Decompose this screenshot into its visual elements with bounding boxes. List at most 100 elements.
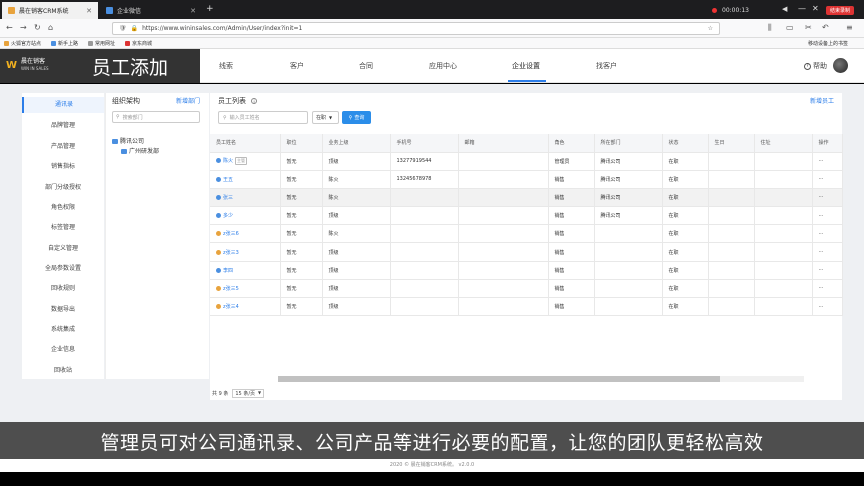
help-button[interactable]: ? 帮助 xyxy=(804,61,827,71)
table-row[interactable]: 陈火 主管 暂无 顶级 13277919544 管理员 腾讯公司 在职 ··· xyxy=(210,152,843,171)
menu-item-brand[interactable]: 品牌管理 xyxy=(22,120,104,129)
table-row[interactable]: z张三3 暂无 顶级 销售 在职 ··· xyxy=(210,242,843,262)
menu-item-recycle-bin[interactable]: 回收站 xyxy=(22,365,104,374)
cell-op[interactable]: ··· xyxy=(812,206,843,226)
employee-name-cell[interactable]: 张三 xyxy=(210,188,281,208)
mobile-bookmarks[interactable]: 移动设备上的书签 xyxy=(808,40,848,47)
wework-favicon-icon xyxy=(106,7,113,14)
help-icon: ? xyxy=(804,62,811,70)
bookmark-item[interactable]: 京东商城 xyxy=(125,40,152,47)
cell-status: 在职 xyxy=(662,152,709,171)
sidebar-icon[interactable]: ▭ xyxy=(786,23,794,32)
menu-item-global-params[interactable]: 全局参数设置 xyxy=(22,263,104,272)
menu-item-export[interactable]: 数据导出 xyxy=(22,304,104,313)
table-row[interactable]: z张三5 暂无 顶级 销售 在职 ··· xyxy=(210,279,843,299)
library-icon[interactable]: ⫼ xyxy=(768,23,772,33)
nav-customers[interactable]: 客户 xyxy=(290,61,304,71)
nav-contracts[interactable]: 合同 xyxy=(359,61,373,71)
logo-mark: W xyxy=(6,59,18,71)
table-row[interactable]: z张三6 暂无 陈火 销售 在职 ··· xyxy=(210,224,843,244)
employee-name-cell[interactable]: z张三3 xyxy=(210,242,281,262)
page-size-select[interactable]: 15 条/页 ▼ xyxy=(232,389,265,398)
cell-op[interactable]: ··· xyxy=(812,224,843,244)
dept-search-input[interactable]: ⚲ 搜索部门 xyxy=(112,111,200,123)
employee-search-input[interactable]: ⚲ 输入员工姓名 xyxy=(218,111,308,124)
table-row[interactable]: 张三 暂无 陈火 销售 腾讯公司 在职 ··· xyxy=(210,188,843,208)
forward-icon[interactable]: → xyxy=(20,23,27,32)
menu-item-contacts[interactable]: 通讯录 xyxy=(22,97,104,113)
cell-superior: 陈火 xyxy=(322,224,391,244)
volume-icon[interactable]: ◀ xyxy=(782,5,787,13)
table-row[interactable]: 王五 暂无 陈火 13245678978 销售 腾讯公司 在职 ··· xyxy=(210,170,843,189)
table-row[interactable]: z张三4 暂无 顶级 销售 在职 ··· xyxy=(210,297,843,317)
nav-find-customers[interactable]: 找客户 xyxy=(596,61,617,71)
menu-item-enterprise-info[interactable]: 企业信息 xyxy=(22,344,104,353)
back-icon[interactable]: ← xyxy=(6,23,13,32)
cell-status: 在职 xyxy=(662,297,709,317)
employee-name-cell[interactable]: z张三5 xyxy=(210,279,281,299)
nav-app-center[interactable]: 应用中心 xyxy=(429,61,457,71)
avatar[interactable] xyxy=(833,58,848,73)
menu-item-tags[interactable]: 标签管理 xyxy=(22,222,104,231)
info-icon[interactable]: i xyxy=(251,98,257,104)
cell-op[interactable]: ··· xyxy=(812,152,843,171)
tree-node-child[interactable]: 广州研发部 xyxy=(121,146,159,155)
add-employee-button[interactable]: 新增员工 xyxy=(810,96,834,105)
cell-op[interactable]: ··· xyxy=(812,170,843,189)
new-tab-button[interactable]: + xyxy=(206,4,214,14)
status-filter-select[interactable]: 在职 ▼ xyxy=(312,111,339,124)
cell-superior: 顶级 xyxy=(322,152,391,171)
browser-tab-crm[interactable]: 晨在销客CRM系统 ✕ xyxy=(2,2,98,19)
query-button[interactable]: ⚲ 查询 xyxy=(342,111,371,124)
bookmark-star-icon[interactable]: ☆ xyxy=(708,25,713,32)
nav-enterprise-settings[interactable]: 企业设置 xyxy=(512,61,540,71)
end-recording-button[interactable]: 结束录制 xyxy=(826,6,855,15)
cell-phone: 13277919544 xyxy=(390,152,459,171)
employee-name-cell[interactable]: 陈火 主管 xyxy=(210,152,281,171)
table-row[interactable]: 多少 暂无 顶级 销售 腾讯公司 在职 ··· xyxy=(210,206,843,226)
menu-item-product[interactable]: 产品管理 xyxy=(22,141,104,150)
logo-text: 晨在销客 WIN IN SALES xyxy=(21,58,49,71)
cell-op[interactable]: ··· xyxy=(812,242,843,262)
close-icon[interactable]: ✕ xyxy=(812,4,819,13)
close-icon[interactable]: ✕ xyxy=(180,7,196,15)
tree-node-root[interactable]: 腾讯公司 xyxy=(112,136,144,145)
employee-name-cell[interactable]: z张三6 xyxy=(210,224,281,244)
bookmark-item[interactable]: 新手上路 xyxy=(51,40,78,47)
cell-address xyxy=(754,261,813,280)
url-bar[interactable]: 🛡 🔒 https://www.wininsales.com/Admin/Use… xyxy=(112,22,720,35)
screenshot-icon[interactable]: ✂ xyxy=(805,23,812,32)
browser-tab-wework[interactable]: 企业微信 ✕ xyxy=(100,2,202,19)
employee-name-cell[interactable]: 王五 xyxy=(210,170,281,189)
minimize-icon[interactable]: — xyxy=(798,4,806,13)
reload-icon[interactable]: ↻ xyxy=(34,23,41,32)
menu-item-integration[interactable]: 系统集成 xyxy=(22,324,104,333)
menu-item-roles[interactable]: 角色权限 xyxy=(22,202,104,211)
cell-birthday xyxy=(708,297,755,317)
employee-name-cell[interactable]: 李四 xyxy=(210,261,281,280)
scrollbar-thumb[interactable] xyxy=(278,376,720,382)
bookmark-item[interactable]: 火狐官方站点 xyxy=(4,40,41,47)
cell-op[interactable]: ··· xyxy=(812,279,843,299)
menu-item-custom[interactable]: 自定义管理 xyxy=(22,243,104,252)
cell-role: 销售 xyxy=(548,242,595,262)
cell-op[interactable]: ··· xyxy=(812,297,843,317)
cell-position: 暂无 xyxy=(280,297,323,317)
nav-leads[interactable]: 线索 xyxy=(219,61,233,71)
employee-name-cell[interactable]: z张三4 xyxy=(210,297,281,317)
add-dept-button[interactable]: 新增部门 xyxy=(176,96,200,105)
undo-icon[interactable]: ↶ xyxy=(822,23,829,32)
home-icon[interactable]: ⌂ xyxy=(48,23,53,32)
menu-item-dept-auth[interactable]: 部门分级授权 xyxy=(22,182,104,191)
menu-item-recycle-rules[interactable]: 回收规则 xyxy=(22,283,104,292)
bookmark-item[interactable]: 常用网址 xyxy=(88,40,115,47)
cell-address xyxy=(754,224,813,244)
table-row[interactable]: 李四 暂无 顶级 销售 在职 ··· xyxy=(210,261,843,280)
menu-icon[interactable]: ≡ xyxy=(846,23,853,32)
cell-op[interactable]: ··· xyxy=(812,188,843,208)
menu-item-sales-target[interactable]: 销售指标 xyxy=(22,161,104,170)
employee-name-cell[interactable]: 多少 xyxy=(210,206,281,226)
employee-table: 员工姓名 职位 业务上级 手机号 邮箱 角色 所在部门 状态 生日 住址 操作 … xyxy=(210,134,843,317)
cell-op[interactable]: ··· xyxy=(812,261,843,280)
close-icon[interactable]: ✕ xyxy=(76,7,92,15)
